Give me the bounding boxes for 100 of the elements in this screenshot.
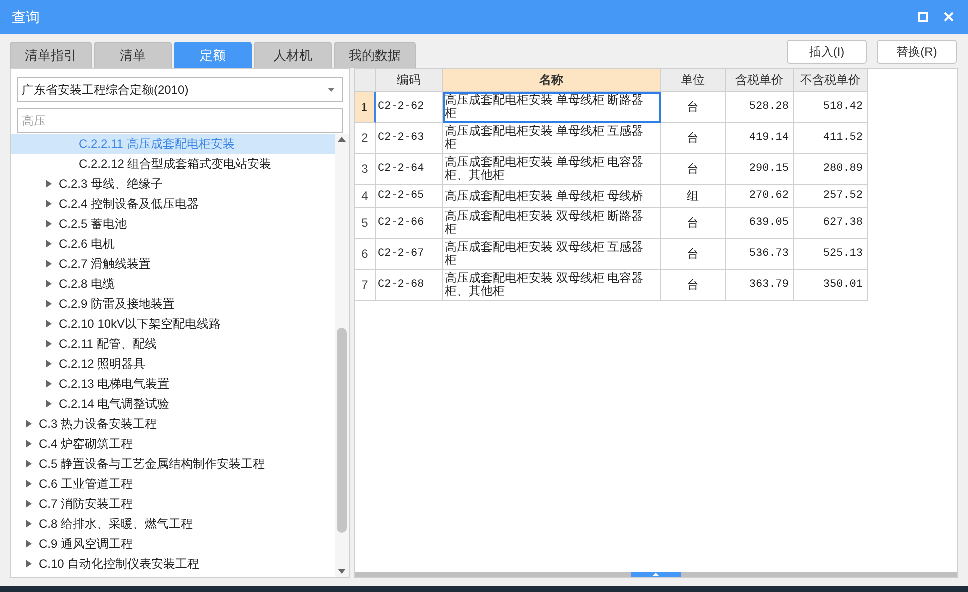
tab[interactable]: 清单 (94, 42, 172, 68)
row-number[interactable]: 7 (355, 270, 376, 301)
collapsed-arrow-icon[interactable] (46, 220, 52, 228)
scroll-up-icon[interactable] (338, 137, 346, 142)
table-cell: 363.79 (726, 270, 794, 301)
window-title: 查询 (12, 8, 41, 26)
row-number[interactable]: 1 (355, 92, 376, 123)
tree-item[interactable]: C.2.13 电梯电气装置 (11, 374, 335, 394)
table-cell: 台 (661, 154, 726, 185)
horizontal-scrollbar[interactable] (355, 572, 957, 577)
insert-button[interactable]: 插入(I) (787, 40, 867, 64)
table-cell: 高压成套配电柜安装 单母线柜 断路器柜 (443, 92, 661, 123)
collapsed-arrow-icon[interactable] (26, 540, 32, 548)
search-field[interactable]: 高压 (17, 108, 343, 133)
collapsed-arrow-icon[interactable] (26, 520, 32, 528)
library-dropdown[interactable]: 广东省安装工程综合定额(2010) (17, 77, 343, 102)
collapsed-arrow-icon[interactable] (26, 560, 32, 568)
collapsed-arrow-icon[interactable] (26, 420, 32, 428)
collapsed-arrow-icon[interactable] (26, 460, 32, 468)
table-cell: 290.15 (726, 154, 794, 185)
table-cell: 高压成套配电柜安装 单母线柜 电容器柜、其他柜 (443, 154, 661, 185)
tab[interactable]: 我的数据 (334, 42, 416, 68)
collapsed-arrow-icon[interactable] (26, 480, 32, 488)
collapsed-arrow-icon[interactable] (26, 440, 32, 448)
column-header[interactable]: 编码 (376, 69, 443, 92)
table-cell: 组 (661, 185, 726, 208)
table-cell: C2-2-63 (376, 123, 443, 154)
tree-item[interactable]: C.10 自动化控制仪表安装工程 (11, 554, 335, 574)
tab[interactable]: 清单指引 (10, 42, 92, 68)
row-number[interactable]: 6 (355, 239, 376, 270)
scroll-toggle[interactable] (631, 572, 681, 577)
table-cell: 525.13 (794, 239, 868, 270)
table-cell: 411.52 (794, 123, 868, 154)
vertical-scrollbar[interactable] (335, 134, 349, 577)
table-cell: 639.05 (726, 208, 794, 239)
table-cell: 高压成套配电柜安装 双母线柜 互感器柜 (443, 239, 661, 270)
tree-item[interactable]: C.6 工业管道工程 (11, 474, 335, 494)
collapsed-arrow-icon[interactable] (26, 500, 32, 508)
tree-item[interactable]: C.2.9 防雷及接地装置 (11, 294, 335, 314)
collapsed-arrow-icon[interactable] (46, 180, 52, 188)
tree-item[interactable]: C.2.8 电缆 (11, 274, 335, 294)
tree-item[interactable]: C.2.6 电机 (11, 234, 335, 254)
collapsed-arrow-icon[interactable] (46, 240, 52, 248)
tree-item[interactable]: C.2.2.12 组合型成套箱式变电站安装 (11, 154, 335, 174)
table-cell: 270.62 (726, 185, 794, 208)
table-cell: C2-2-64 (376, 154, 443, 185)
table-cell: 台 (661, 270, 726, 301)
table-cell: 高压成套配电柜安装 双母线柜 断路器柜 (443, 208, 661, 239)
tree-item[interactable]: C.9 通风空调工程 (11, 534, 335, 554)
collapsed-arrow-icon[interactable] (46, 320, 52, 328)
table-cell: 台 (661, 123, 726, 154)
scroll-down-icon[interactable] (338, 569, 346, 574)
tree-item[interactable]: C.2.5 蓄电池 (11, 214, 335, 234)
tree-item[interactable]: C.2.12 照明器具 (11, 354, 335, 374)
tree-item[interactable]: C.2.11 配管、配线 (11, 334, 335, 354)
table-cell: C2-2-62 (376, 92, 443, 123)
table-cell: C2-2-67 (376, 239, 443, 270)
table-cell: 台 (661, 239, 726, 270)
table-cell: C2-2-68 (376, 270, 443, 301)
table-cell: 257.52 (794, 185, 868, 208)
column-header[interactable]: 名称 (443, 69, 661, 92)
table-cell: 627.38 (794, 208, 868, 239)
table-cell: 528.28 (726, 92, 794, 123)
tree-item[interactable]: C.2.7 滑触线装置 (11, 254, 335, 274)
table-cell: 280.89 (794, 154, 868, 185)
tree-item[interactable]: C.2.10 10kV以下架空配电线路 (11, 314, 335, 334)
column-header[interactable]: 单位 (661, 69, 726, 92)
table-cell: C2-2-66 (376, 208, 443, 239)
collapsed-arrow-icon[interactable] (46, 200, 52, 208)
collapsed-arrow-icon[interactable] (46, 380, 52, 388)
table-cell: 台 (661, 92, 726, 123)
collapsed-arrow-icon[interactable] (46, 340, 52, 348)
scrollbar-thumb[interactable] (337, 328, 347, 533)
row-number[interactable]: 3 (355, 154, 376, 185)
tree-item[interactable]: C.5 静置设备与工艺金属结构制作安装工程 (11, 454, 335, 474)
tree-item[interactable]: C.3 热力设备安装工程 (11, 414, 335, 434)
column-header[interactable]: 含税单价 (726, 69, 794, 92)
tree-item[interactable]: C.2.3 母线、绝缘子 (11, 174, 335, 194)
close-icon[interactable] (944, 12, 954, 22)
table-cell: 高压成套配电柜安装 单母线柜 互感器柜 (443, 123, 661, 154)
table-cell: 350.01 (794, 270, 868, 301)
row-number[interactable]: 4 (355, 185, 376, 208)
tree-item[interactable]: C.2.14 电气调整试验 (11, 394, 335, 414)
tab[interactable]: 人材机 (254, 42, 332, 68)
row-number[interactable]: 2 (355, 123, 376, 154)
table-cell: C2-2-65 (376, 185, 443, 208)
tree-item[interactable]: C.7 消防安装工程 (11, 494, 335, 514)
column-header[interactable]: 不含税单价 (794, 69, 868, 92)
collapsed-arrow-icon[interactable] (46, 280, 52, 288)
row-number[interactable]: 5 (355, 208, 376, 239)
collapsed-arrow-icon[interactable] (46, 260, 52, 268)
replace-button[interactable]: 替换(R) (877, 40, 957, 64)
maximize-icon[interactable] (918, 12, 928, 22)
tree-item[interactable]: C.8 给排水、采暖、燃气工程 (11, 514, 335, 534)
collapsed-arrow-icon[interactable] (46, 400, 52, 408)
tree-item[interactable]: C.2.4 控制设备及低压电器 (11, 194, 335, 214)
collapsed-arrow-icon[interactable] (46, 300, 52, 308)
tree-item[interactable]: C.4 炉窑砌筑工程 (11, 434, 335, 454)
table-cell: 419.14 (726, 123, 794, 154)
collapsed-arrow-icon[interactable] (46, 360, 52, 368)
